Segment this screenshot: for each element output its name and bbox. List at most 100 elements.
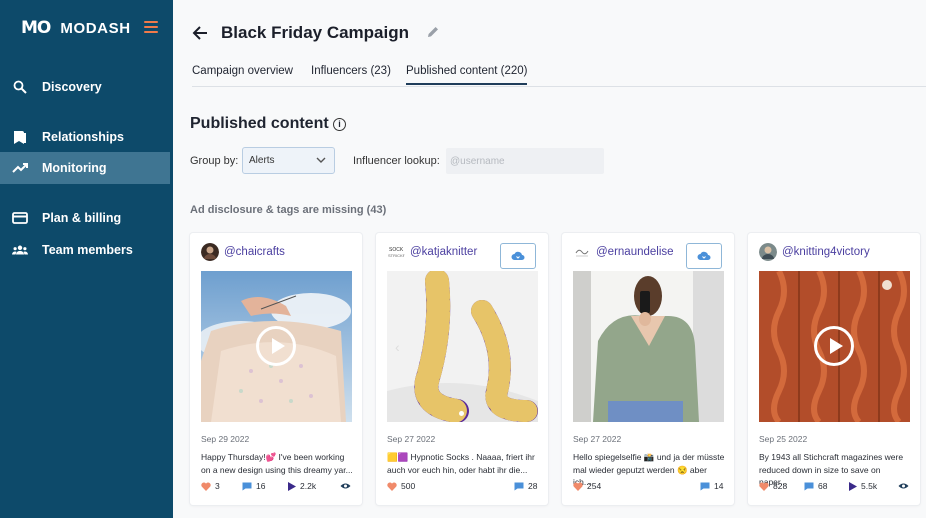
carousel-dot[interactable] xyxy=(459,411,464,416)
carousel-prev-icon[interactable]: ‹ xyxy=(395,339,400,355)
mirror-selfie-photo xyxy=(573,271,724,422)
group-by-value: Alerts xyxy=(249,155,275,166)
caption-line: Happy Thursday!💕 I've been working xyxy=(201,452,345,462)
post-date: Sep 27 2022 xyxy=(573,434,622,444)
comment-icon xyxy=(804,482,814,490)
download-button[interactable] xyxy=(686,243,722,269)
tab-influencers[interactable]: Influencers (23) xyxy=(311,65,391,77)
eye-icon[interactable] xyxy=(340,482,351,490)
caption-line: By 1943 all Stichcraft magazines were xyxy=(759,452,904,462)
logo-mark: MO xyxy=(21,18,51,38)
chevron-down-icon xyxy=(316,157,326,163)
credit-card-icon xyxy=(12,210,28,226)
sidebar-item-team-members[interactable]: Team members xyxy=(0,234,173,266)
influencer-lookup-input[interactable] xyxy=(446,148,604,174)
sidebar-item-relationships[interactable]: Relationships xyxy=(0,121,173,153)
comment-icon xyxy=(700,482,710,490)
sidebar-item-label: Monitoring xyxy=(42,161,107,175)
comments-count: 14 xyxy=(714,481,724,491)
section-title: Published content xyxy=(190,115,329,132)
group-by-label: Group by: xyxy=(190,155,239,167)
comments-stat: 28 xyxy=(514,481,537,491)
logo[interactable]: MO MODASH xyxy=(21,18,131,38)
cloud-download-icon xyxy=(697,251,711,260)
eye-icon[interactable] xyxy=(898,482,909,490)
influencer-handle[interactable]: @ernaundelise xyxy=(596,246,674,258)
content-card[interactable]: @knitting4victory Sep 25 2022 By 1943 al xyxy=(748,233,920,505)
post-thumbnail[interactable] xyxy=(201,271,352,422)
avatar xyxy=(201,243,219,261)
influencer-handle[interactable]: @knitting4victory xyxy=(782,246,870,258)
post-thumbnail[interactable]: ‹ xyxy=(387,271,538,422)
sidebar-item-label: Team members xyxy=(42,243,133,257)
influencer-lookup-label: Influencer lookup: xyxy=(353,155,440,167)
likes-stat: 254 xyxy=(573,481,601,491)
avatar: SOCKSTRICKEN xyxy=(387,243,405,261)
influencer-handle[interactable]: @katjaknitter xyxy=(410,246,477,258)
heart-icon xyxy=(387,482,397,491)
post-stats: 828 68 5.5k xyxy=(759,481,911,493)
avatar xyxy=(573,243,591,261)
play-icon xyxy=(849,481,857,491)
post-caption: Happy Thursday!💕 I've been working on a … xyxy=(201,451,353,476)
post-thumbnail[interactable] xyxy=(759,271,910,422)
post-caption: 🟨🟪 Hypnotic Socks . Naaaa, friert ihr au… xyxy=(387,451,539,476)
info-icon[interactable]: i xyxy=(333,118,346,131)
likes-stat: 3 xyxy=(201,481,220,491)
post-thumbnail[interactable] xyxy=(573,271,724,422)
post-stats: 254 14 xyxy=(573,481,725,493)
post-date: Sep 27 2022 xyxy=(387,434,436,444)
views-count: 2.2k xyxy=(300,481,317,491)
content-card[interactable]: SOCKSTRICKEN @katjaknitter ‹ Sep 27 2022 xyxy=(376,233,548,505)
comments-count: 68 xyxy=(818,481,828,491)
play-button[interactable] xyxy=(256,326,296,366)
tab-published-content[interactable]: Published content (220) xyxy=(406,65,528,85)
search-icon xyxy=(12,79,28,95)
likes-count: 500 xyxy=(401,481,416,491)
cloud-download-icon xyxy=(511,251,525,260)
sidebar-item-label: Relationships xyxy=(42,130,124,144)
menu-icon[interactable] xyxy=(144,21,158,33)
group-by-select[interactable]: Alerts xyxy=(242,147,335,174)
post-date: Sep 29 2022 xyxy=(201,434,250,444)
svg-text:STRICKEN: STRICKEN xyxy=(388,253,405,258)
sidebar-item-discovery[interactable]: Discovery xyxy=(0,71,173,103)
comment-icon xyxy=(514,482,524,490)
caption-line: Hello spiegelselfie 📸 und ja der müsste xyxy=(573,452,725,462)
sidebar-item-plan-billing[interactable]: Plan & billing xyxy=(0,202,173,234)
play-icon xyxy=(288,481,296,491)
download-button[interactable] xyxy=(500,243,536,269)
post-stats: 500 28 xyxy=(387,481,539,493)
team-icon xyxy=(12,242,28,258)
logo-text: MODASH xyxy=(60,19,131,37)
page-title: Black Friday Campaign xyxy=(221,23,410,42)
heart-icon xyxy=(759,482,769,491)
heart-icon xyxy=(201,482,211,491)
comments-count: 16 xyxy=(256,481,266,491)
back-arrow-icon[interactable] xyxy=(192,25,208,41)
views-count: 5.5k xyxy=(861,481,878,491)
tab-bar: Campaign overview Influencers (23) Publi… xyxy=(192,62,926,87)
likes-count: 3 xyxy=(215,481,220,491)
caption-line: 🟨🟪 Hypnotic Socks . Naaaa, friert ihr xyxy=(387,452,535,462)
post-stats: 3 16 2.2k xyxy=(201,481,353,493)
content-card[interactable]: @ernaundelise Sep 27 2022 Hello spiegels… xyxy=(562,233,734,505)
content-card[interactable]: @chaicrafts Sep 29 2022 Happy Thursday!💕… xyxy=(190,233,362,505)
caption-line: on a new design using this dreamy yar... xyxy=(201,464,353,475)
views-stat: 2.2k xyxy=(288,481,316,491)
sidebar: MO MODASH Discovery Relationships Monito… xyxy=(0,0,173,518)
main-content: Black Friday Campaign Campaign overview … xyxy=(173,0,926,518)
comments-stat: 14 xyxy=(700,481,723,491)
tab-campaign-overview[interactable]: Campaign overview xyxy=(192,65,293,77)
pencil-icon[interactable] xyxy=(426,25,440,39)
bookmark-icon xyxy=(12,129,28,145)
sidebar-item-label: Plan & billing xyxy=(42,211,122,225)
post-date: Sep 25 2022 xyxy=(759,434,808,444)
sidebar-item-monitoring[interactable]: Monitoring xyxy=(0,152,170,184)
likes-count: 254 xyxy=(587,481,602,491)
comments-stat: 16 xyxy=(242,481,265,491)
influencer-handle[interactable]: @chaicrafts xyxy=(224,246,285,258)
play-button[interactable] xyxy=(814,326,854,366)
group-heading: Ad disclosure & tags are missing (43) xyxy=(190,204,387,216)
comments-count: 28 xyxy=(528,481,538,491)
